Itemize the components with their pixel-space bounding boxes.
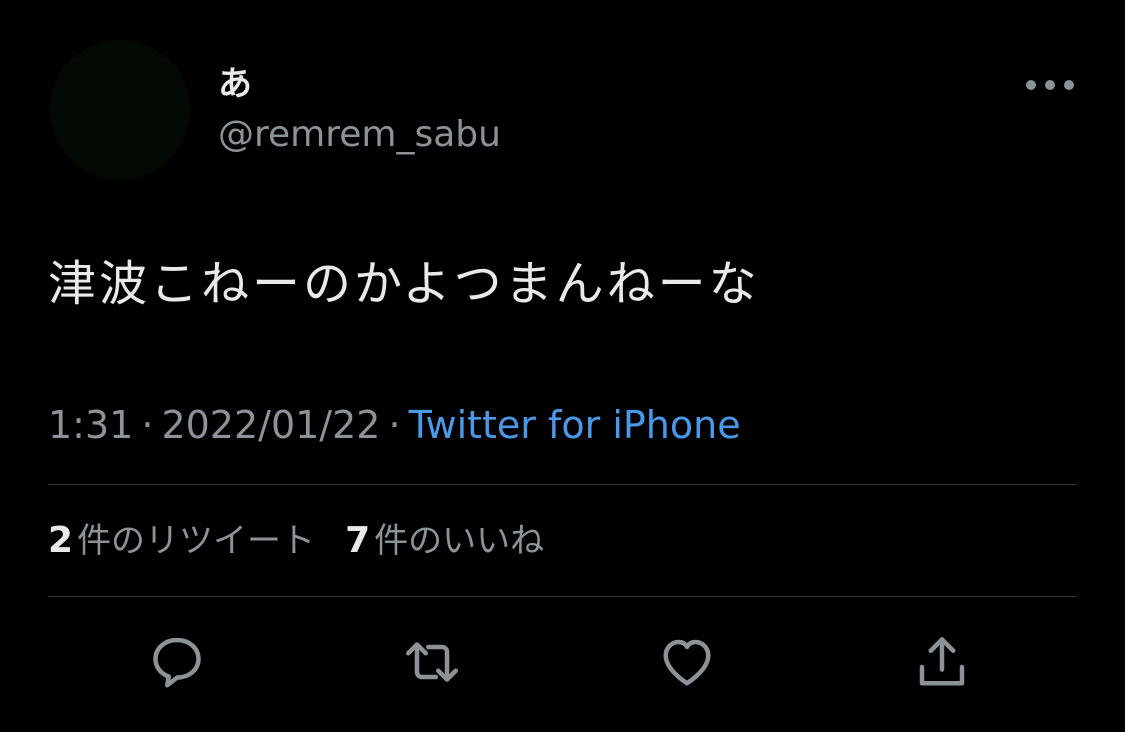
meta-separator: · [388,403,401,447]
user-handle[interactable]: @remrem_sabu [218,113,501,157]
display-name[interactable]: あ [218,62,252,106]
reply-icon [153,637,201,688]
more-dot-icon [1026,80,1036,90]
tweet-date: 2022/01/22 [161,403,381,447]
heart-icon [663,639,711,686]
retweets-count: 2 [48,520,74,561]
retweets-label: 件のリツイート [77,521,316,561]
like-button[interactable] [655,630,719,694]
more-options-button[interactable] [1026,70,1074,100]
tweet-time: 1:31 [48,403,134,447]
more-dot-icon [1045,80,1055,90]
tweet-text: 津波こねーのかよつまんねーな [48,256,760,312]
meta-separator: · [141,403,154,447]
divider [48,484,1077,485]
share-button[interactable] [910,630,974,694]
likes-label: 件のいいね [374,521,545,561]
retweet-icon [406,642,458,682]
tweet-meta: 1:31 · 2022/01/22 · Twitter for iPhone [48,402,741,448]
share-icon [919,637,965,686]
reply-button[interactable] [145,630,209,694]
likes-count: 7 [345,520,371,561]
retweet-button[interactable] [400,630,464,694]
avatar[interactable] [50,40,190,180]
retweets-stat[interactable]: 2 件のリツイート [48,518,315,564]
more-dot-icon [1064,80,1074,90]
divider [48,596,1077,597]
tweet-stats: 2 件のリツイート 7 件のいいね [48,518,544,564]
tweet-source-link[interactable]: Twitter for iPhone [409,403,741,447]
likes-stat[interactable]: 7 件のいいね [345,518,544,564]
